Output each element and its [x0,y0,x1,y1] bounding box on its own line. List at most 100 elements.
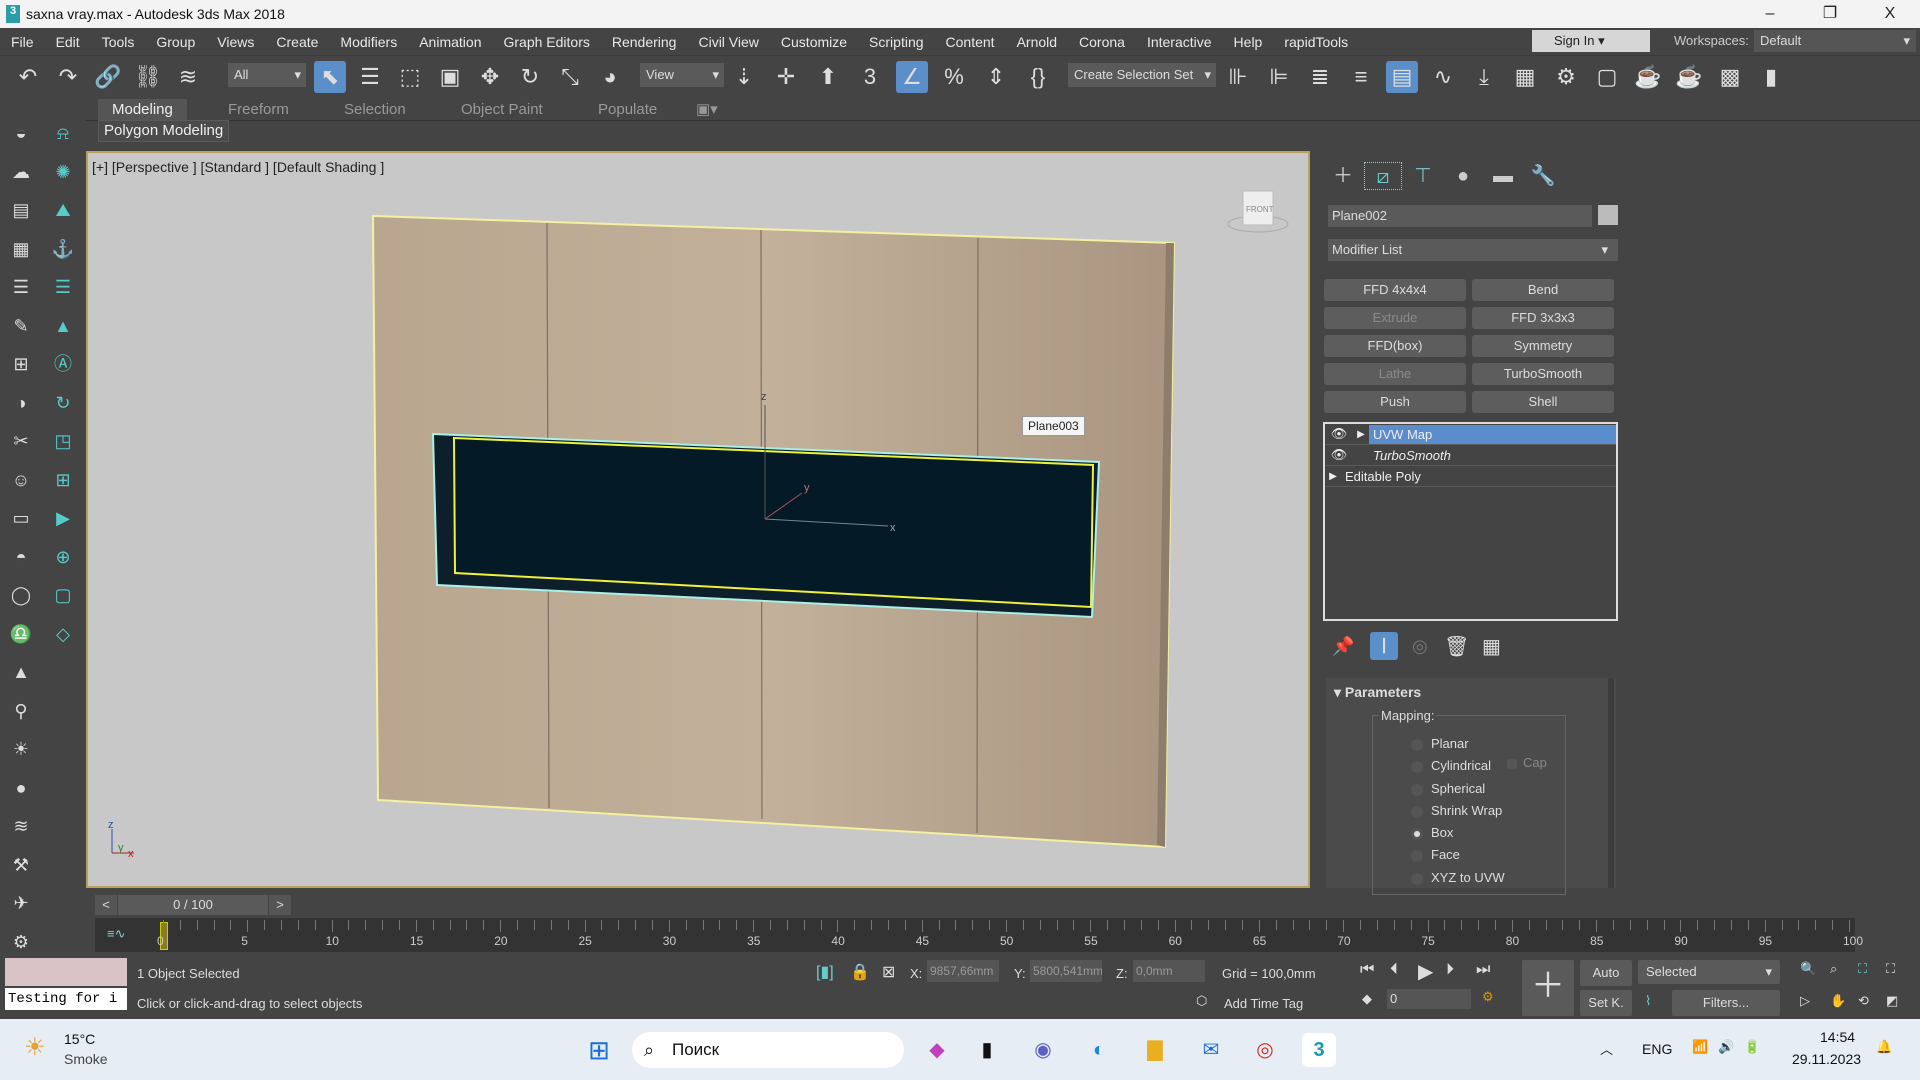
close-button[interactable]: X [1860,0,1920,28]
key-tangent-icon[interactable]: ⌇ [1645,993,1651,1009]
select-by-name-icon[interactable]: ☰ [354,61,386,93]
menu-animation[interactable]: Animation [408,34,492,50]
cloud-tool-icon[interactable]: ☁ [8,159,34,185]
teams-icon[interactable]: ◉ [1026,1033,1060,1067]
auto-key-button[interactable]: Auto [1580,960,1632,986]
parameters-rollout-header[interactable]: ▾ Parameters [1334,684,1421,701]
timeline-track[interactable]: ≡∿ 0 5 10 15 20 25 30 35 40 45 50 55 60 65 70 75 80 85 90 9… [95,918,1863,952]
bind-space-warp-icon[interactable]: ≋ [172,61,204,93]
filters-button[interactable]: Filters... [1672,990,1780,1016]
pin-stack-icon[interactable]: 📌 [1332,636,1354,657]
curve-editor-mini-icon[interactable]: ≡∿ [107,926,125,942]
modifier-button-extrude[interactable]: Extrude [1324,307,1466,329]
orbit-icon[interactable]: ⟲ [1858,993,1869,1009]
radio-button[interactable] [1411,805,1423,818]
zoom-all-icon[interactable]: ⌕ [1830,961,1837,977]
absolute-mode-icon[interactable]: ⊠ [882,962,895,982]
ribbon-toggle-icon[interactable]: ▤ [1386,61,1418,93]
restore-button[interactable]: ❐ [1800,0,1860,28]
object-color-swatch[interactable] [1598,205,1618,225]
menu-customize[interactable]: Customize [770,34,858,50]
visibility-eye-icon[interactable]: 👁 [1325,426,1353,442]
face-tool-icon[interactable]: ☺ [8,467,34,493]
prev-frame-button[interactable]: < [95,895,117,915]
layer-manager-icon[interactable]: ≣ [1304,61,1336,93]
letter-a-tool-icon[interactable]: Ⓐ [50,351,76,377]
weather-condition[interactable]: Smoke [64,1051,108,1067]
rotate-icon[interactable]: ↻ [514,61,546,93]
modifier-list-dropdown[interactable]: Modifier List ▾ [1328,239,1618,261]
display-tab-icon[interactable]: ▬ [1484,162,1522,190]
configure-sets-icon[interactable]: ▦ [1482,634,1501,659]
notifications-icon[interactable]: 🔔 [1876,1039,1892,1055]
key-filter-dropdown[interactable]: Selected ▾ [1638,960,1780,984]
a360-icon[interactable]: ▮ [1755,61,1787,93]
modifier-stack-item[interactable]: ▶ Editable Poly [1325,466,1616,487]
show-end-result-icon[interactable]: ┃ [1370,632,1398,660]
previous-frame-icon[interactable]: ⏴ [1390,961,1398,979]
tray-overflow-icon[interactable]: ︿ [1600,1039,1613,1058]
rotate-tool-icon[interactable]: ↻ [50,390,76,416]
expand-arrow-icon[interactable]: ▶ [1353,429,1369,440]
zoom-icon[interactable]: 🔍 [1800,961,1816,977]
fov-icon[interactable]: ▷ [1800,993,1810,1009]
scissors-tool-icon[interactable]: ✂ [8,428,34,454]
rect-selection-icon[interactable]: ⬚ [394,61,426,93]
minimize-button[interactable]: – [1740,0,1800,28]
teapot-tool-icon[interactable]: ◒ [8,120,34,146]
reference-coordinate-dropdown[interactable]: View ▾ [640,63,724,87]
half-circle-tool-icon[interactable]: ◑ [8,390,34,416]
isolate-selection-icon[interactable]: [▮] [816,962,834,982]
time-config-icon[interactable]: ⚙ [1482,989,1494,1005]
modifier-button-symmetry[interactable]: Symmetry [1472,335,1614,357]
radio-button[interactable] [1411,850,1423,863]
material-editor-icon[interactable]: ▦ [1509,61,1541,93]
plant-tool-icon[interactable]: ♎ [8,621,34,647]
pin-tool-icon[interactable]: ⚲ [8,698,34,724]
modifier-button-shell[interactable]: Shell [1472,391,1614,413]
spinner-snap-icon[interactable]: ⇕ [980,61,1012,93]
dope-sheet-icon[interactable]: ⤓ [1468,61,1500,93]
select-object-icon[interactable]: ⬉ [314,61,346,93]
create-tab-icon[interactable]: ＋ [1324,162,1362,190]
visibility-eye-icon[interactable]: 👁 [1325,447,1353,463]
rect-tool-icon[interactable]: ▭ [8,505,34,531]
render-iterative-icon[interactable]: ☕ [1673,61,1705,93]
radio-button[interactable] [1411,783,1423,796]
menu-content[interactable]: Content [935,34,1006,50]
3dsmax-taskbar-icon[interactable]: 3 [1302,1033,1336,1067]
menu-file[interactable]: File [0,34,45,50]
utilities-tab-icon[interactable]: 🔧 [1524,162,1562,190]
viewport-label-menu[interactable]: [+] [Perspective ] [Standard ] [Default … [92,159,384,175]
add-time-tag[interactable]: Add Time Tag [1224,996,1303,1011]
modifier-button-turbosmooth[interactable]: TurboSmooth [1472,363,1614,385]
mapping-option-box[interactable]: Box [1411,825,1561,847]
modifier-button-lathe[interactable]: Lathe [1324,363,1466,385]
clock-time[interactable]: 14:54 [1820,1029,1855,1045]
named-sets-icon[interactable]: {} [1022,61,1054,93]
weather-icon[interactable]: ☀ [24,1033,46,1062]
pivot-icon[interactable]: ⇣ [728,61,760,93]
wind-tool-icon[interactable]: ✈ [8,890,34,916]
menu-modifiers[interactable]: Modifiers [329,34,408,50]
mapping-option-face[interactable]: Face [1411,847,1561,869]
file-explorer-icon[interactable]: ▇ [1138,1033,1172,1067]
battery-icon[interactable]: 🔋 [1744,1039,1760,1055]
ribbon-tab-selection[interactable]: Selection [330,99,420,121]
add-tool-icon[interactable]: ⊕ [50,544,76,570]
light-tool-icon[interactable]: ⍾ [50,120,76,146]
wifi-icon[interactable]: 📶 [1692,1039,1708,1055]
list-tool-icon[interactable]: ☰ [8,274,34,300]
curve-editor-icon[interactable]: ∿ [1427,61,1459,93]
current-frame-field[interactable]: 0 [1387,989,1471,1009]
align-icon[interactable]: ⊫ [1263,61,1295,93]
sign-in-dropdown[interactable]: Sign In ▾ [1532,30,1650,52]
cone-tool-icon[interactable]: ▲ [50,313,76,339]
menu-scripting[interactable]: Scripting [858,34,934,50]
key-mode-icon[interactable]: ◆ [1362,991,1372,1007]
zoom-extents-icon[interactable]: ⛶ [1858,961,1867,977]
taskbar-search[interactable]: ⌕ Поиск [632,1032,904,1068]
go-to-end-icon[interactable]: ⏭ [1476,961,1490,979]
modifier-stack-item[interactable]: 👁 TurboSmooth [1325,445,1616,466]
menu-corona[interactable]: Corona [1068,34,1136,50]
